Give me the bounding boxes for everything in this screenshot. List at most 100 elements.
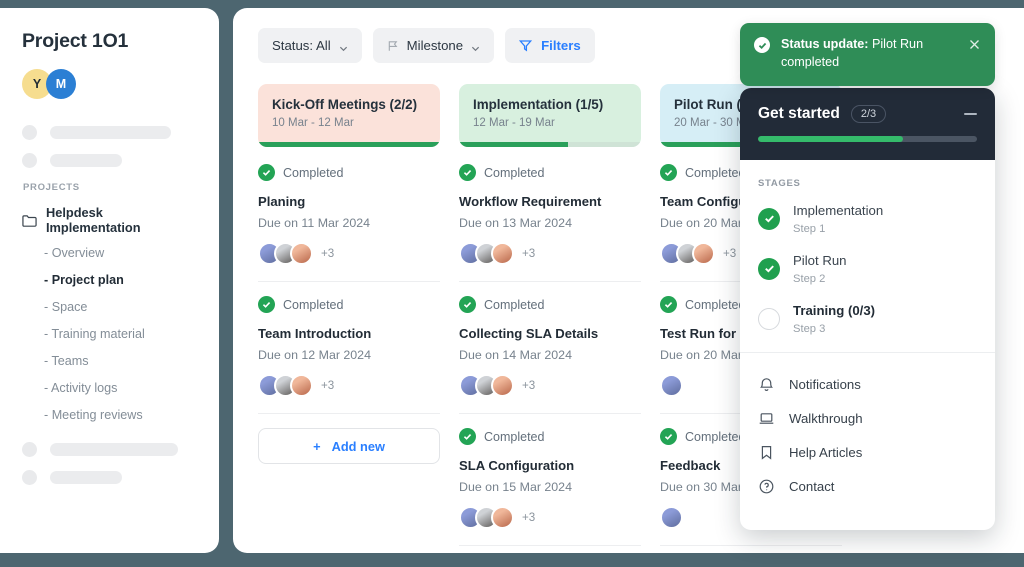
task-title: SLA Configuration bbox=[459, 458, 575, 473]
divider bbox=[740, 352, 995, 353]
avatar[interactable]: M bbox=[46, 69, 76, 99]
assignee-group[interactable]: +3 bbox=[258, 374, 440, 397]
avatar bbox=[290, 374, 313, 397]
column-cards: Completed Workflow Requirement Due on 13… bbox=[459, 160, 641, 546]
widget-menu: Notifications Walkthrough Help Articles bbox=[740, 357, 995, 503]
chevron-down-icon bbox=[339, 41, 348, 52]
task-card[interactable]: Completed SLA Configuration Due on 15 Ma… bbox=[459, 414, 641, 546]
status-label: Completed bbox=[484, 165, 545, 180]
sidebar-item-space[interactable]: - Space bbox=[22, 300, 199, 314]
task-title: Collecting SLA Details bbox=[459, 326, 599, 341]
stage-item-training[interactable]: Training (0/3) Step 3 bbox=[758, 302, 977, 335]
task-title: Planing bbox=[258, 194, 306, 209]
bell-icon bbox=[758, 376, 775, 393]
task-card[interactable]: Completed Collecting SLA Details Due on … bbox=[459, 282, 641, 414]
column-progress-bar bbox=[459, 142, 641, 147]
sidebar-item-overview[interactable]: - Overview bbox=[22, 246, 199, 260]
widget-progress-bar bbox=[758, 136, 977, 142]
minimize-icon[interactable] bbox=[964, 113, 977, 115]
check-circle-icon bbox=[660, 428, 677, 445]
sidebar-item-label: Helpdesk Implementation bbox=[46, 205, 141, 235]
assignee-overflow-count: +3 bbox=[522, 247, 536, 260]
menu-item-label: Walkthrough bbox=[789, 410, 863, 426]
toast-title: Status update: bbox=[781, 37, 869, 51]
assignee-group[interactable]: +3 bbox=[459, 506, 641, 529]
menu-item-label: Help Articles bbox=[789, 444, 863, 460]
avatar bbox=[660, 374, 683, 397]
stage-item-pilot-run[interactable]: Pilot Run Step 2 bbox=[758, 252, 977, 285]
flag-icon bbox=[387, 40, 399, 52]
avatar bbox=[692, 242, 715, 265]
column-header[interactable]: Kick-Off Meetings (2/2) 10 Mar - 12 Mar bbox=[258, 84, 440, 147]
menu-item-notifications[interactable]: Notifications bbox=[758, 367, 977, 401]
sidebar-item-meeting-reviews[interactable]: - Meeting reviews bbox=[22, 408, 199, 422]
assignee-group[interactable]: +3 bbox=[459, 374, 641, 397]
check-circle-icon bbox=[758, 207, 780, 230]
question-circle-icon bbox=[758, 478, 775, 495]
status-toast: Status update: Pilot Run completed bbox=[740, 23, 995, 86]
get-started-widget: Get started 2/3 STAGES Implementation St… bbox=[740, 88, 995, 530]
folder-icon bbox=[22, 214, 37, 227]
sidebar-item-activity-logs[interactable]: - Activity logs bbox=[22, 381, 199, 395]
widget-header: Get started 2/3 bbox=[740, 88, 995, 160]
task-due-date: Due on 14 Mar 2024 bbox=[459, 348, 572, 362]
menu-item-help-articles[interactable]: Help Articles bbox=[758, 435, 977, 469]
stage-step: Step 3 bbox=[793, 323, 826, 335]
sidebar-item-project-plan[interactable]: - Project plan bbox=[22, 273, 199, 287]
status-filter-label: Status: All bbox=[272, 38, 331, 53]
column-cards: Completed Planing Due on 11 Mar 2024 +3 … bbox=[258, 160, 440, 464]
status-label: Completed bbox=[283, 297, 344, 312]
sidebar-item-training-material[interactable]: - Training material bbox=[22, 327, 199, 341]
avatar bbox=[491, 506, 514, 529]
task-card[interactable]: Completed Team Introduction Due on 12 Ma… bbox=[258, 282, 440, 414]
assignee-overflow-count: +3 bbox=[321, 379, 335, 392]
stages-section-label: STAGES bbox=[758, 178, 801, 189]
status-label: Completed bbox=[484, 429, 545, 444]
menu-item-label: Notifications bbox=[789, 376, 861, 392]
assignee-group[interactable]: +3 bbox=[459, 242, 641, 265]
task-card[interactable]: Completed Workflow Requirement Due on 13… bbox=[459, 160, 641, 282]
close-icon[interactable] bbox=[968, 38, 981, 51]
circle-outline-icon bbox=[758, 307, 780, 330]
skeleton-bar bbox=[50, 471, 122, 484]
page-title: Project 1O1 bbox=[22, 30, 129, 52]
assignee-overflow-count: +3 bbox=[522, 379, 536, 392]
stage-item-implementation[interactable]: Implementation Step 1 bbox=[758, 202, 977, 235]
task-title: Team Introduction bbox=[258, 326, 372, 341]
check-circle-icon bbox=[754, 37, 770, 53]
check-circle-icon bbox=[459, 428, 476, 445]
sidebar-item-teams[interactable]: - Teams bbox=[22, 354, 199, 368]
plus-icon: + bbox=[313, 438, 321, 454]
avatar bbox=[491, 242, 514, 265]
board-column: Kick-Off Meetings (2/2) 10 Mar - 12 Mar … bbox=[258, 84, 440, 546]
column-header[interactable]: Implementation (1/5) 12 Mar - 19 Mar bbox=[459, 84, 641, 147]
task-card[interactable]: Completed Planing Due on 11 Mar 2024 +3 bbox=[258, 160, 440, 282]
status-badge: Completed bbox=[459, 428, 641, 445]
avatar bbox=[660, 506, 683, 529]
check-circle-icon bbox=[258, 164, 275, 181]
skeleton-row bbox=[22, 442, 199, 457]
assignee-overflow-count: +3 bbox=[723, 247, 737, 260]
assignee-group[interactable]: +3 bbox=[258, 242, 440, 265]
sidebar-item-helpdesk-implementation[interactable]: Helpdesk Implementation bbox=[22, 205, 199, 235]
column-dates: 12 Mar - 19 Mar bbox=[473, 117, 555, 129]
widget-title-row: Get started 2/3 bbox=[758, 105, 977, 123]
milestone-dropdown[interactable]: Milestone bbox=[372, 28, 495, 63]
add-new-button[interactable]: + Add new bbox=[258, 428, 440, 464]
status-filter-dropdown[interactable]: Status: All bbox=[258, 28, 362, 63]
toast-message: Status update: Pilot Run completed bbox=[781, 36, 957, 72]
skeleton-bar bbox=[50, 443, 178, 456]
task-due-date: Due on 15 Mar 2024 bbox=[459, 480, 572, 494]
column-title: Kick-Off Meetings (2/2) bbox=[272, 97, 418, 112]
menu-item-contact[interactable]: Contact bbox=[758, 469, 977, 503]
stage-name: Training (0/3) bbox=[793, 303, 876, 318]
skeleton-row bbox=[22, 153, 199, 168]
skeleton-dot bbox=[22, 153, 37, 168]
sidebar-section-label: PROJECTS bbox=[23, 182, 80, 193]
column-dates: 10 Mar - 12 Mar bbox=[272, 117, 354, 129]
menu-item-walkthrough[interactable]: Walkthrough bbox=[758, 401, 977, 435]
filter-icon bbox=[518, 39, 533, 52]
filters-button[interactable]: Filters bbox=[505, 28, 595, 63]
column-progress-bar bbox=[258, 142, 440, 147]
column-title: Implementation (1/5) bbox=[473, 97, 604, 112]
